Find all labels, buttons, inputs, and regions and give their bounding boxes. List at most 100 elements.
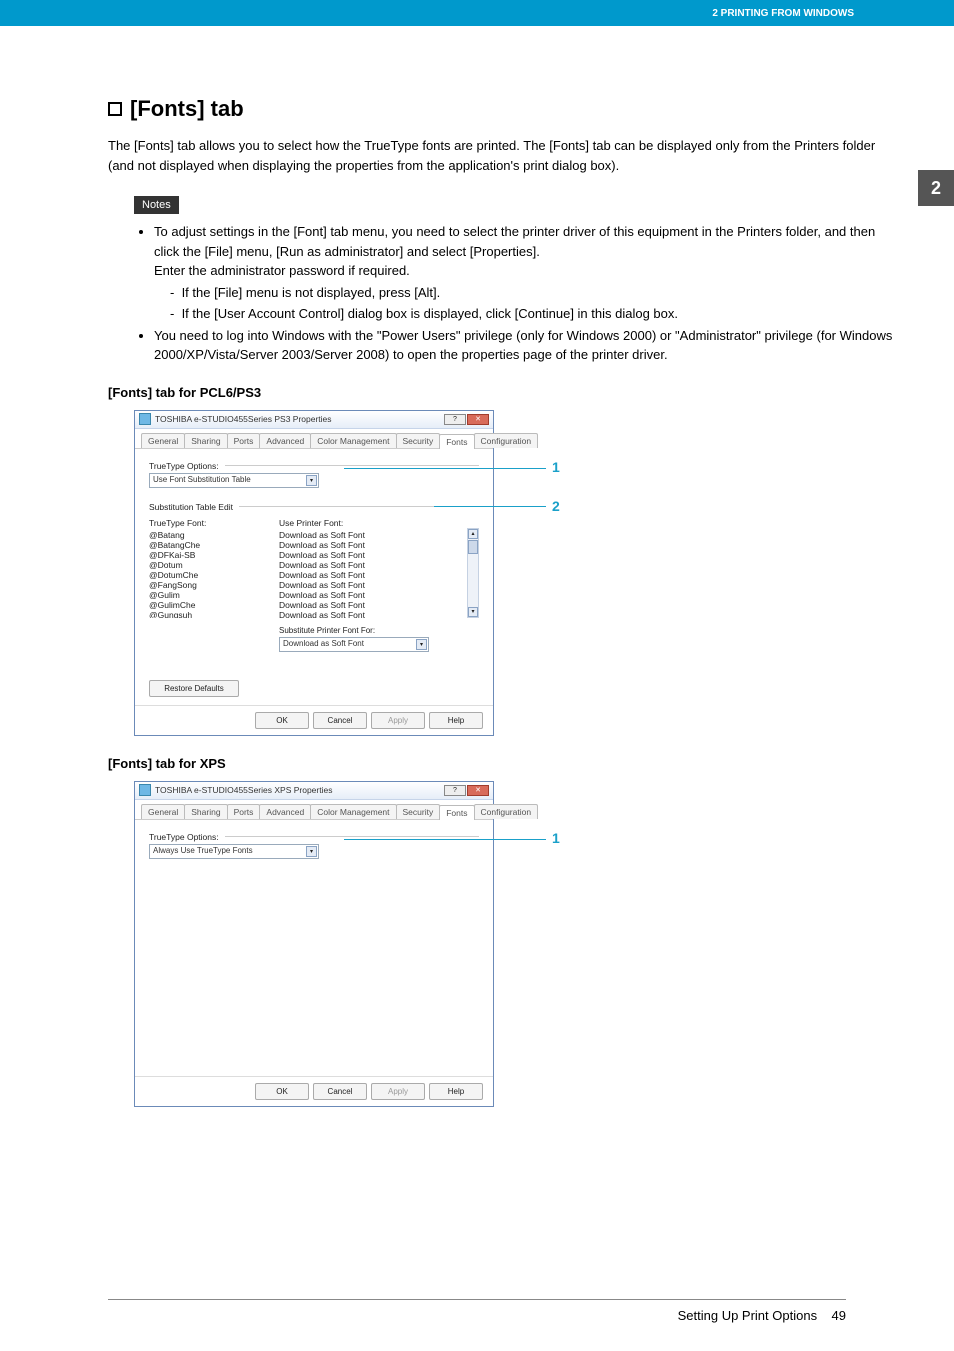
header-section: 2 PRINTING FROM WINDOWS bbox=[712, 8, 854, 19]
table-row[interactable]: @GungsuhDownload as Soft Font bbox=[149, 610, 479, 618]
help-button-icon[interactable]: ? bbox=[444, 414, 466, 425]
dialog-footer: OK Cancel Apply Help bbox=[135, 705, 493, 735]
footer-label: Setting Up Print Options bbox=[678, 1308, 817, 1323]
callout-1: 1 bbox=[552, 459, 560, 475]
col-printerfont: Use Printer Font: bbox=[279, 518, 429, 528]
table-row[interactable]: @DotumDownload as Soft Font bbox=[149, 560, 479, 570]
subheading-xps: [Fonts] tab for XPS bbox=[108, 756, 894, 771]
apply-button[interactable]: Apply bbox=[371, 712, 425, 729]
tab-strip: General Sharing Ports Advanced Color Man… bbox=[135, 800, 493, 820]
cell: @Dotum bbox=[149, 560, 279, 570]
truetype-options-dropdown[interactable]: Always Use TrueType Fonts ▾ bbox=[149, 844, 319, 859]
cancel-button[interactable]: Cancel bbox=[313, 1083, 367, 1100]
help-button[interactable]: Help bbox=[429, 712, 483, 729]
cell: Download as Soft Font bbox=[279, 590, 429, 600]
cell: @BatangChe bbox=[149, 540, 279, 550]
scrollbar[interactable]: ▴ ▾ bbox=[467, 528, 479, 618]
ok-button[interactable]: OK bbox=[255, 712, 309, 729]
dropdown-value: Always Use TrueType Fonts bbox=[153, 846, 253, 855]
scroll-down-icon[interactable]: ▾ bbox=[468, 607, 478, 617]
table-row[interactable]: @GulimCheDownload as Soft Font bbox=[149, 600, 479, 610]
app-icon bbox=[139, 784, 151, 796]
tab-sharing[interactable]: Sharing bbox=[184, 804, 227, 819]
tab-security[interactable]: Security bbox=[396, 433, 441, 448]
restore-defaults-button[interactable]: Restore Defaults bbox=[149, 680, 239, 697]
font-list[interactable]: @BatangDownload as Soft Font @BatangCheD… bbox=[149, 528, 479, 618]
table-row[interactable]: @DFKai-SBDownload as Soft Font bbox=[149, 550, 479, 560]
cell: @Batang bbox=[149, 530, 279, 540]
tab-color-management[interactable]: Color Management bbox=[310, 433, 396, 448]
cell: @FangSong bbox=[149, 580, 279, 590]
dropdown-value: Use Font Substitution Table bbox=[153, 475, 251, 484]
scroll-up-icon[interactable]: ▴ bbox=[468, 529, 478, 539]
properties-dialog: TOSHIBA e-STUDIO455Series XPS Properties… bbox=[134, 781, 494, 1107]
window-buttons: ? ✕ bbox=[444, 785, 489, 796]
window-buttons: ? ✕ bbox=[444, 414, 489, 425]
close-icon[interactable]: ✕ bbox=[467, 414, 489, 425]
dialog-footer: OK Cancel Apply Help bbox=[135, 1076, 493, 1106]
tab-advanced[interactable]: Advanced bbox=[259, 433, 311, 448]
cell: Download as Soft Font bbox=[279, 560, 429, 570]
cell: @Gungsuh bbox=[149, 610, 279, 618]
chevron-down-icon: ▾ bbox=[416, 639, 427, 650]
cell: Download as Soft Font bbox=[279, 610, 429, 618]
tab-security[interactable]: Security bbox=[396, 804, 441, 819]
cell: @DFKai-SB bbox=[149, 550, 279, 560]
scroll-thumb[interactable] bbox=[468, 540, 478, 554]
callout-line bbox=[434, 506, 546, 507]
table-row[interactable]: @BatangCheDownload as Soft Font bbox=[149, 540, 479, 550]
square-bullet-icon bbox=[108, 102, 122, 116]
tab-color-management[interactable]: Color Management bbox=[310, 804, 396, 819]
substitute-for-label: Substitute Printer Font For: bbox=[279, 626, 479, 635]
tab-configuration[interactable]: Configuration bbox=[474, 804, 539, 819]
table-row[interactable]: @FangSongDownload as Soft Font bbox=[149, 580, 479, 590]
cell: @GulimChe bbox=[149, 600, 279, 610]
footer-rule bbox=[108, 1299, 846, 1300]
substitute-font-dropdown[interactable]: Download as Soft Font ▾ bbox=[279, 637, 429, 652]
callout-1: 1 bbox=[552, 830, 560, 846]
properties-dialog: TOSHIBA e-STUDIO455Series PS3 Properties… bbox=[134, 410, 494, 736]
truetype-label: TrueType Options: bbox=[149, 832, 219, 842]
truetype-group: TrueType Options: bbox=[149, 832, 479, 842]
note-item: To adjust settings in the [Font] tab men… bbox=[154, 222, 894, 324]
title-text: [Fonts] tab bbox=[130, 96, 244, 122]
tab-general[interactable]: General bbox=[141, 804, 185, 819]
tab-ports[interactable]: Ports bbox=[227, 433, 261, 448]
dialog-body: TrueType Options: Always Use TrueType Fo… bbox=[135, 820, 493, 1076]
tab-fonts[interactable]: Fonts bbox=[439, 805, 474, 820]
note-sub-item: If the [File] menu is not displayed, pre… bbox=[170, 283, 894, 303]
subst-label: Substitution Table Edit bbox=[149, 502, 233, 512]
apply-button[interactable]: Apply bbox=[371, 1083, 425, 1100]
cell: Download as Soft Font bbox=[279, 600, 429, 610]
cell: Download as Soft Font bbox=[279, 530, 429, 540]
tab-advanced[interactable]: Advanced bbox=[259, 804, 311, 819]
truetype-options-dropdown[interactable]: Use Font Substitution Table ▾ bbox=[149, 473, 319, 488]
page-number: 49 bbox=[832, 1308, 846, 1323]
help-button[interactable]: Help bbox=[429, 1083, 483, 1100]
truetype-group: TrueType Options: bbox=[149, 461, 479, 471]
dropdown-value: Download as Soft Font bbox=[283, 639, 364, 648]
dialog-body: TrueType Options: Use Font Substitution … bbox=[135, 449, 493, 705]
table-row[interactable]: @GulimDownload as Soft Font bbox=[149, 590, 479, 600]
tab-general[interactable]: General bbox=[141, 433, 185, 448]
notes-list: To adjust settings in the [Font] tab men… bbox=[108, 222, 894, 365]
section-title: [Fonts] tab bbox=[108, 96, 894, 122]
callout-line bbox=[344, 468, 546, 469]
help-button-icon[interactable]: ? bbox=[444, 785, 466, 796]
tab-fonts[interactable]: Fonts bbox=[439, 434, 474, 449]
titlebar: TOSHIBA e-STUDIO455Series XPS Properties… bbox=[135, 782, 493, 800]
ok-button[interactable]: OK bbox=[255, 1083, 309, 1100]
tab-sharing[interactable]: Sharing bbox=[184, 433, 227, 448]
cell: Download as Soft Font bbox=[279, 550, 429, 560]
tab-configuration[interactable]: Configuration bbox=[474, 433, 539, 448]
cancel-button[interactable]: Cancel bbox=[313, 712, 367, 729]
table-row[interactable]: @DotumCheDownload as Soft Font bbox=[149, 570, 479, 580]
cell: @DotumChe bbox=[149, 570, 279, 580]
close-icon[interactable]: ✕ bbox=[467, 785, 489, 796]
page-footer: Setting Up Print Options 49 bbox=[0, 1299, 954, 1323]
tab-ports[interactable]: Ports bbox=[227, 804, 261, 819]
note-item: You need to log into Windows with the "P… bbox=[154, 326, 894, 365]
note-sub-item: If the [User Account Control] dialog box… bbox=[170, 304, 894, 324]
table-row[interactable]: @BatangDownload as Soft Font bbox=[149, 530, 479, 540]
chapter-tab: 2 bbox=[918, 170, 954, 206]
